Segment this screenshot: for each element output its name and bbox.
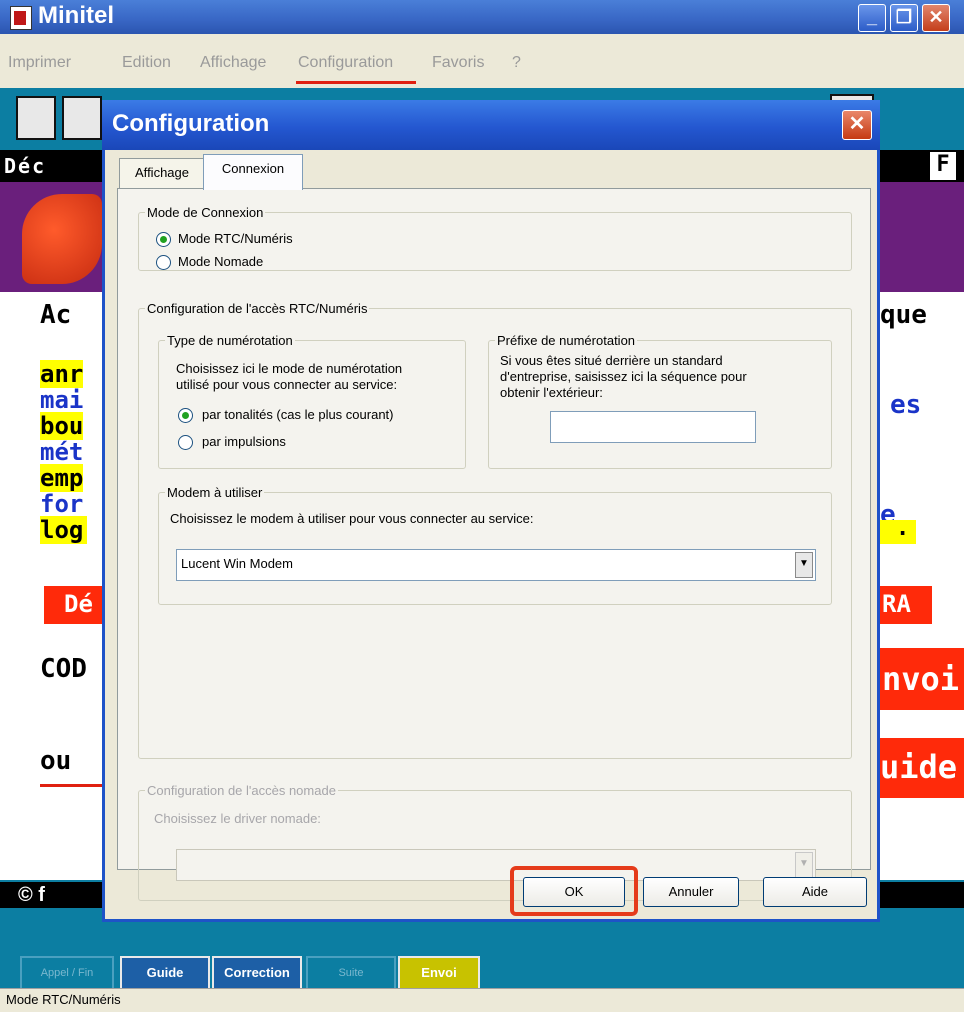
mode-connexion-legend: Mode de Connexion <box>147 205 264 220</box>
computer-icon[interactable] <box>16 96 56 140</box>
menu-imprimer[interactable]: Imprimer <box>8 54 71 72</box>
chevron-down-icon[interactable]: ▼ <box>795 852 813 878</box>
menu-bar: Imprimer Edition Affichage Configuration… <box>0 34 964 88</box>
screen-red-underline <box>40 784 104 787</box>
help-button[interactable]: Aide <box>763 877 867 907</box>
prefix-legend: Préfixe de numérotation <box>497 333 636 348</box>
ok-button-highlight <box>510 866 638 916</box>
dialog-close-button[interactable]: ✕ <box>842 110 872 140</box>
menu-edition[interactable]: Edition <box>122 54 171 72</box>
modem-group: Modem à utiliser <box>158 485 832 605</box>
screen-row-emp[interactable]: emp <box>40 464 84 492</box>
minimize-button[interactable]: _ <box>858 4 886 32</box>
screen-word-que: que <box>880 300 927 330</box>
restore-button[interactable]: ❐ <box>890 4 918 32</box>
tab-affichage[interactable]: Affichage <box>119 158 205 189</box>
screen-row-mai[interactable]: mai <box>40 386 83 414</box>
cancel-button[interactable]: Annuler <box>643 877 739 907</box>
screen-row-anr[interactable]: anr <box>40 360 84 388</box>
screen-ou-label: ou <box>40 746 72 776</box>
configuration-dialog: Configuration ✕ Affichage Connexion Mode… <box>102 100 880 922</box>
screen-row-log[interactable]: log <box>40 516 88 544</box>
mode-rtc-radio[interactable] <box>156 232 171 247</box>
screen-header-f: F <box>930 152 956 180</box>
prefix-input[interactable] <box>550 411 756 443</box>
dialing-type-legend: Type de numérotation <box>167 333 293 348</box>
screen-red-left[interactable]: Dé <box>44 586 104 624</box>
configuration-menu-highlight <box>296 81 416 84</box>
status-bar: Mode RTC/Numéris <box>0 988 964 1012</box>
status-text: Mode RTC/Numéris <box>6 992 121 1007</box>
chevron-down-icon[interactable]: ▼ <box>795 552 813 578</box>
tone-dialing-label[interactable]: par tonalités (cas le plus courant) <box>202 407 393 423</box>
main-window-title: Minitel <box>38 2 114 29</box>
screen-header-text: Déc <box>4 154 47 178</box>
screen-cod-label: COD <box>40 654 87 684</box>
connexion-tab-panel: Mode de Connexion Mode RTC/Numéris Mode … <box>117 188 871 901</box>
tab-connexion[interactable]: Connexion <box>203 154 303 190</box>
mode-nomade-radio[interactable] <box>156 255 171 270</box>
prefix-help-line2: d'entreprise, saisissez ici la séquence … <box>500 369 747 384</box>
mode-rtc-label[interactable]: Mode RTC/Numéris <box>178 231 293 247</box>
screen-row-met[interactable]: mét <box>40 438 83 466</box>
pulse-dialing-label[interactable]: par impulsions <box>202 434 286 450</box>
nomade-config-legend: Configuration de l'accès nomade <box>147 783 336 798</box>
main-title-bar: Minitel _ ❐ ✕ <box>0 0 964 34</box>
nomade-config-group: Configuration de l'accès nomade <box>138 783 852 901</box>
dialog-title-bar: Configuration ✕ <box>102 100 880 150</box>
prefix-help-line1: Si vous êtes situé derrière un standard <box>500 353 723 368</box>
menu-favoris[interactable]: Favoris <box>432 54 484 72</box>
tone-dialing-radio[interactable] <box>178 408 193 423</box>
clipboard-icon[interactable] <box>62 96 102 140</box>
dialog-title: Configuration <box>112 110 270 137</box>
menu-help[interactable]: ? <box>512 54 521 72</box>
menu-configuration[interactable]: Configuration <box>298 54 393 72</box>
modem-select[interactable]: Lucent Win Modem ▼ <box>176 549 816 581</box>
screen-row-bou[interactable]: bou <box>40 412 84 440</box>
screen-guide-key[interactable]: uide <box>870 738 964 798</box>
screen-envoi-key[interactable]: nvoi <box>870 648 964 710</box>
modem-legend: Modem à utiliser <box>167 485 263 500</box>
minitel-app-icon <box>10 6 32 30</box>
nomade-help: Choisissez le driver nomade: <box>154 811 321 826</box>
screen-yellow-tail: . <box>880 516 916 544</box>
screen-word-es: es <box>890 390 922 420</box>
screen-row-ac: Ac <box>40 300 72 330</box>
modem-help: Choisissez le modem à utiliser pour vous… <box>170 511 534 526</box>
dialing-help-line1: Choisissez ici le mode de numérotation <box>176 361 403 376</box>
screen-red-right[interactable]: RA <box>876 586 932 624</box>
prefix-help-line3: obtenir l'extérieur: <box>500 385 603 400</box>
pulse-dialing-radio[interactable] <box>178 435 193 450</box>
orange-logo-icon <box>22 194 102 284</box>
modem-select-value: Lucent Win Modem <box>181 556 293 571</box>
screen-row-for[interactable]: for <box>40 490 83 518</box>
dialing-help-line2: utilisé pour vous connecter au service: <box>176 377 398 392</box>
menu-affichage[interactable]: Affichage <box>200 54 266 72</box>
main-close-button[interactable]: ✕ <box>922 4 950 32</box>
rtc-config-legend: Configuration de l'accès RTC/Numéris <box>147 301 368 316</box>
mode-nomade-label[interactable]: Mode Nomade <box>178 254 263 270</box>
